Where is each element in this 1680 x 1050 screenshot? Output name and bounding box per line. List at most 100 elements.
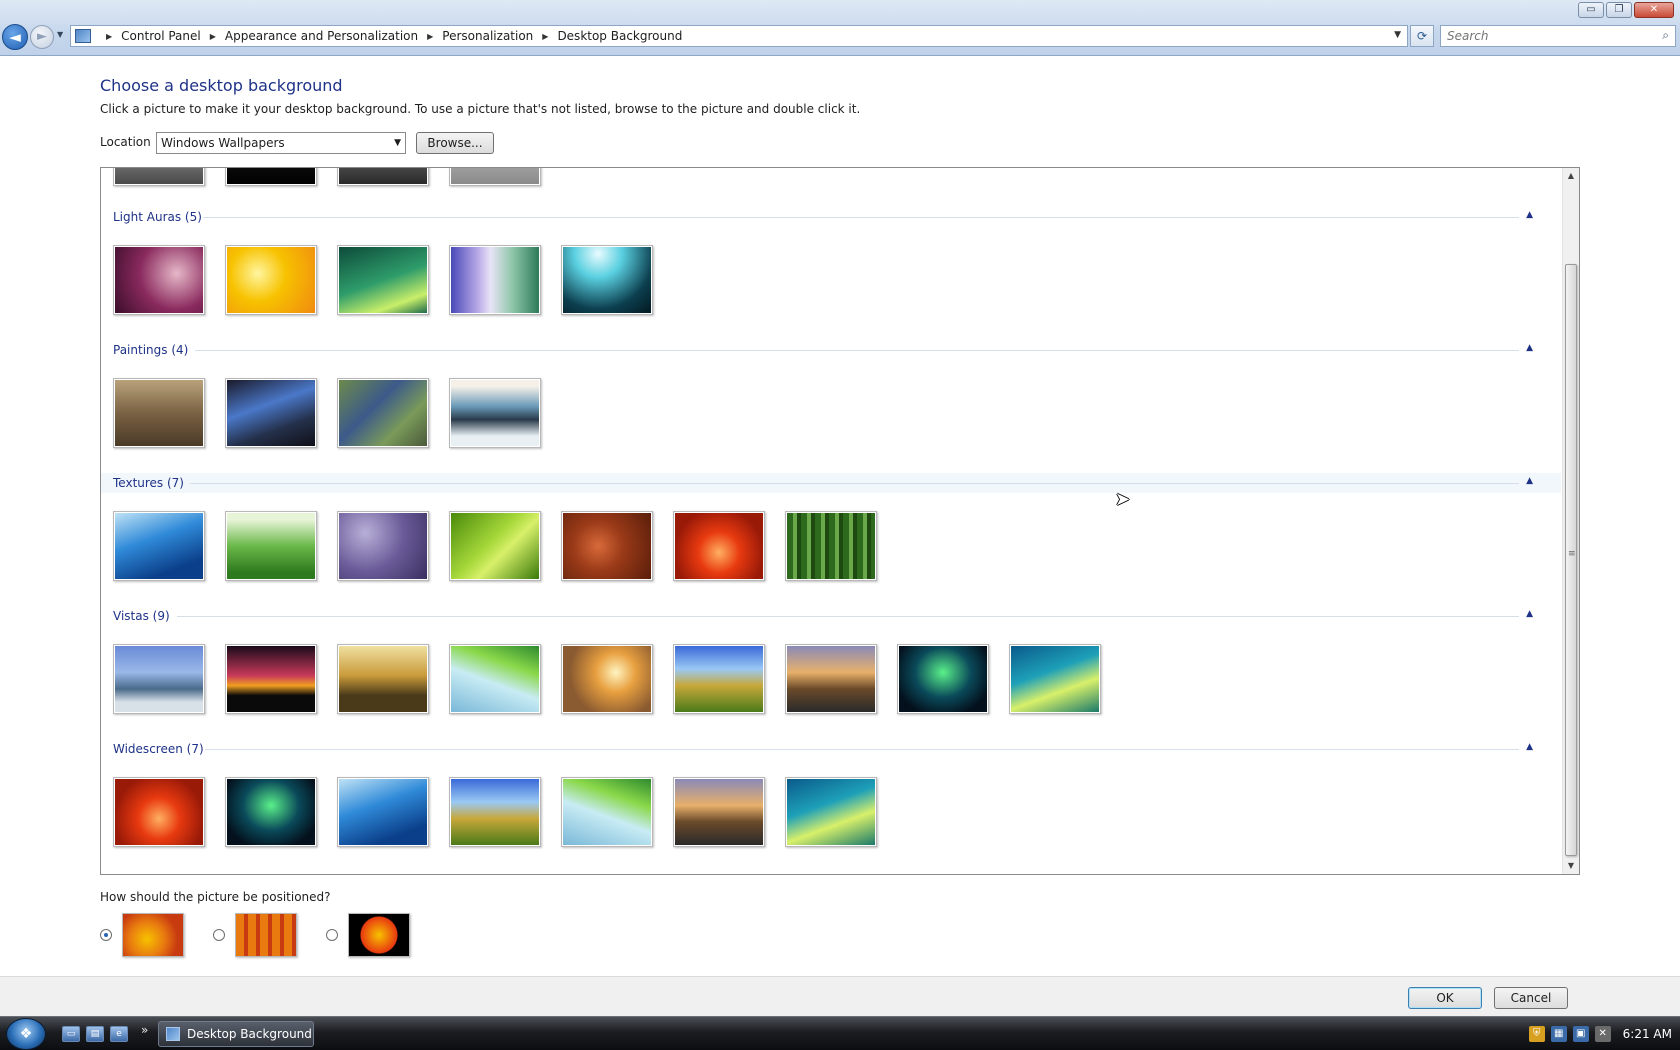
wallpaper-thumbnail[interactable] — [337, 168, 429, 186]
wallpaper-thumbnail[interactable] — [225, 168, 317, 186]
position-radio[interactable] — [326, 929, 338, 941]
location-select[interactable]: Windows Wallpapers ▼ — [156, 132, 406, 154]
collapse-group-icon[interactable]: ▲ — [1526, 343, 1533, 353]
wallpaper-thumbnail[interactable] — [785, 644, 877, 714]
network-icon[interactable]: ▦ — [1550, 1026, 1567, 1042]
close-button[interactable]: ✕ — [1634, 2, 1674, 18]
scroll-up-icon[interactable]: ▲ — [1563, 168, 1579, 184]
wallpaper-thumbnail[interactable] — [449, 511, 541, 581]
quick-launch-more-icon[interactable]: » — [141, 1023, 148, 1037]
search-input[interactable] — [1447, 26, 1647, 46]
wallpaper-thumbnail[interactable] — [1009, 644, 1101, 714]
scroll-down-icon[interactable]: ▼ — [1563, 858, 1579, 874]
wallpaper-thumbnail[interactable] — [561, 644, 653, 714]
thumbnail-row — [113, 511, 877, 581]
internet-explorer-icon[interactable]: e — [110, 1026, 128, 1042]
window-switcher-icon[interactable]: ▤ — [86, 1026, 104, 1042]
position-preview-image[interactable] — [122, 913, 184, 957]
volume-muted-icon[interactable]: ✕ — [1594, 1026, 1611, 1042]
wallpaper-thumbnail[interactable] — [785, 777, 877, 847]
wallpaper-thumbnail[interactable] — [337, 777, 429, 847]
recent-pages-dropdown-icon[interactable]: ▼ — [57, 30, 63, 39]
group-header[interactable]: Paintings (4) ▲ — [101, 340, 1561, 360]
wallpaper-thumbnail[interactable] — [225, 644, 317, 714]
breadcrumb-personalization[interactable]: Personalization — [442, 29, 533, 43]
wallpaper-thumbnail[interactable] — [113, 168, 205, 186]
wallpaper-thumbnail[interactable] — [449, 777, 541, 847]
back-button[interactable]: ◄ — [2, 24, 28, 50]
chevron-right-icon[interactable]: ▶ — [210, 32, 216, 41]
wallpaper-thumbnail[interactable] — [561, 511, 653, 581]
breadcrumb-control-panel[interactable]: Control Panel — [121, 29, 201, 43]
address-bar[interactable]: ▶ Control Panel ▶ Appearance and Persona… — [70, 25, 1408, 47]
group-header[interactable]: Textures (7) ▲ — [101, 473, 1561, 493]
collapse-group-icon[interactable]: ▲ — [1526, 476, 1533, 486]
wallpaper-thumbnail[interactable] — [673, 777, 765, 847]
wallpaper-thumbnail[interactable] — [337, 511, 429, 581]
group-header[interactable]: Widescreen (7) ▲ — [101, 739, 1561, 759]
wallpaper-thumbnail[interactable] — [337, 644, 429, 714]
wallpaper-thumbnail[interactable] — [113, 245, 205, 315]
wallpaper-thumbnail[interactable] — [337, 378, 429, 448]
wallpaper-thumbnail[interactable] — [225, 777, 317, 847]
taskbar-window-label: Desktop Background — [187, 1027, 312, 1041]
display-icon[interactable]: ▣ — [1572, 1026, 1589, 1042]
chevron-right-icon[interactable]: ▶ — [542, 32, 548, 41]
cancel-button[interactable]: Cancel — [1494, 987, 1568, 1009]
position-preview-image[interactable] — [348, 913, 410, 957]
wallpaper-thumbnail[interactable] — [449, 378, 541, 448]
collapse-group-icon[interactable]: ▲ — [1526, 742, 1533, 752]
wallpaper-thumbnail[interactable] — [785, 511, 877, 581]
group-header[interactable]: Light Auras (5) ▲ — [101, 207, 1561, 227]
wallpaper-thumbnail[interactable] — [225, 245, 317, 315]
show-desktop-icon[interactable]: ▭ — [62, 1026, 80, 1042]
wallpaper-thumbnail[interactable] — [113, 378, 205, 448]
mouse-cursor-icon: ➤ — [1115, 489, 1131, 510]
wallpaper-thumbnail[interactable] — [337, 245, 429, 315]
start-button[interactable]: ❖ — [6, 1018, 46, 1050]
refresh-button[interactable]: ⟳ — [1410, 25, 1434, 47]
taskbar-window-button[interactable]: Desktop Background — [158, 1021, 314, 1047]
chevron-right-icon[interactable]: ▶ — [427, 32, 433, 41]
wallpaper-thumbnail[interactable] — [561, 777, 653, 847]
wallpaper-thumbnail[interactable] — [113, 777, 205, 847]
maximize-button[interactable]: ❐ — [1606, 2, 1632, 18]
search-icon[interactable]: ⌕ — [1662, 28, 1669, 43]
ok-button[interactable]: OK — [1408, 987, 1482, 1009]
forward-button[interactable]: ► — [30, 25, 54, 49]
wallpaper-thumbnail[interactable] — [673, 644, 765, 714]
address-history-dropdown-icon[interactable]: ▼ — [1394, 30, 1401, 40]
position-option-center[interactable] — [326, 913, 410, 957]
wallpaper-thumbnail[interactable] — [449, 168, 541, 186]
position-option-fit-to-screen[interactable] — [100, 913, 184, 957]
minimize-button[interactable]: ▭ — [1578, 2, 1604, 18]
wallpaper-thumbnail[interactable] — [113, 511, 205, 581]
wallpaper-thumbnail[interactable] — [561, 245, 653, 315]
wallpaper-thumbnail[interactable] — [113, 644, 205, 714]
wallpaper-thumbnail[interactable] — [225, 511, 317, 581]
wallpaper-thumbnail[interactable] — [449, 644, 541, 714]
wallpaper-thumbnail[interactable] — [897, 644, 989, 714]
clock[interactable]: 6:21 AM — [1623, 1027, 1672, 1041]
chevron-down-icon[interactable]: ▼ — [394, 133, 401, 153]
position-radio[interactable] — [100, 929, 112, 941]
breadcrumb-desktop-background[interactable]: Desktop Background — [557, 29, 682, 43]
collapse-group-icon[interactable]: ▲ — [1526, 609, 1533, 619]
browse-button[interactable]: Browse... — [416, 132, 494, 154]
chevron-right-icon[interactable]: ▶ — [106, 32, 112, 41]
vertical-scrollbar[interactable]: ▲ ≡ ▼ — [1562, 168, 1579, 874]
collapse-group-icon[interactable]: ▲ — [1526, 210, 1533, 220]
wallpaper-thumbnail[interactable] — [225, 378, 317, 448]
position-preview-image[interactable] — [235, 913, 297, 957]
breadcrumb-appearance[interactable]: Appearance and Personalization — [225, 29, 418, 43]
group-header[interactable]: Vistas (9) ▲ — [101, 606, 1561, 626]
position-option-tile[interactable] — [213, 913, 297, 957]
wallpaper-thumbnail[interactable] — [449, 245, 541, 315]
group-divider — [190, 483, 1519, 484]
wallpaper-image — [339, 247, 427, 313]
security-shield-icon[interactable]: ⛨ — [1528, 1026, 1545, 1042]
search-box[interactable]: ⌕ — [1440, 25, 1676, 47]
wallpaper-thumbnail[interactable] — [673, 511, 765, 581]
position-radio[interactable] — [213, 929, 225, 941]
scrollbar-thumb[interactable]: ≡ — [1565, 264, 1577, 856]
